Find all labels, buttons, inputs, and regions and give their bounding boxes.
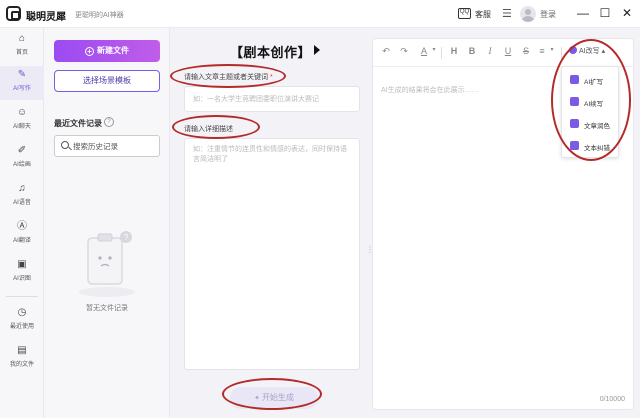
ai-dropdown-menu: AI扩写 AI续写 文章润色 文本纠错 bbox=[561, 66, 619, 158]
login-button[interactable]: 登录 bbox=[540, 9, 556, 20]
nav-item-recent[interactable]: ◷ 最近使用 bbox=[0, 304, 44, 338]
history-search-box[interactable] bbox=[54, 135, 160, 157]
menu-item-label: 文本纠错 bbox=[584, 145, 610, 152]
output-placeholder: AI生成的结果将会在此展示…… bbox=[381, 87, 479, 94]
history-search-input[interactable] bbox=[73, 138, 157, 154]
topic-label-text: 请输入文章主题或者关键词 bbox=[184, 74, 268, 81]
menu-item-label: 文章润色 bbox=[584, 123, 610, 130]
new-file-button[interactable]: + 新建文件 bbox=[54, 40, 160, 62]
nav-item-ai-translate[interactable]: Ⓐ AI翻译 bbox=[0, 218, 44, 252]
scan-icon: ▣ bbox=[17, 259, 27, 270]
char-count: 0/10000 bbox=[599, 396, 625, 403]
help-icon[interactable]: ? bbox=[104, 117, 114, 127]
nav-item-home[interactable]: ⌂ 首页 bbox=[0, 30, 44, 64]
service-icon[interactable]: QQ bbox=[458, 8, 471, 19]
file-icon: ▤ bbox=[17, 345, 27, 356]
nav-item-label: 我的文件 bbox=[9, 362, 34, 368]
choose-template-button[interactable]: 选择场景模板 bbox=[54, 70, 160, 92]
translate-icon: Ⓐ bbox=[17, 221, 27, 232]
nav-item-label: AI聊天 bbox=[13, 124, 31, 130]
detail-label: 请输入详细描述 bbox=[184, 126, 233, 133]
expand-icon bbox=[570, 75, 579, 84]
menu-icon[interactable]: ☰ bbox=[502, 7, 512, 20]
nav-item-ai-chat[interactable]: ☺ AI聊天 bbox=[0, 104, 44, 138]
menu-item-label: AI扩写 bbox=[584, 79, 604, 86]
minimize-button[interactable]: — bbox=[576, 6, 590, 20]
left-nav: ⌂ 首页 ✎ AI写作 ☺ AI聊天 ✐ AI绘画 ♫ AI语音 Ⓐ AI翻译 … bbox=[0, 28, 44, 418]
svg-text:?: ? bbox=[124, 233, 129, 242]
topic-label: 请输入文章主题或者关键词 * bbox=[184, 72, 273, 82]
nav-item-label: AI识图 bbox=[13, 276, 31, 282]
nav-item-ai-writing[interactable]: ✎ AI写作 bbox=[0, 66, 44, 100]
polish-icon bbox=[570, 119, 579, 128]
close-button[interactable]: ✕ bbox=[620, 6, 634, 20]
menu-item-label: AI续写 bbox=[584, 101, 604, 108]
editor-panel: 【剧本创作】 请输入文章主题或者关键词 * 请输入详细描述 ✦开始生成 bbox=[170, 28, 368, 418]
continue-icon bbox=[570, 97, 579, 106]
nav-item-label: 首页 bbox=[15, 50, 28, 56]
redo-icon[interactable]: ↷ bbox=[397, 46, 411, 57]
app-slogan: 更聪明的AI神器 bbox=[75, 12, 124, 19]
file-panel: +新建文件 选择场景模板 最近文件记录 ? ? 暂无文件记录 bbox=[44, 28, 170, 418]
search-icon bbox=[61, 141, 69, 149]
recent-files-title: 最近文件记录 bbox=[54, 119, 102, 128]
app-name: 聪明灵犀 bbox=[26, 12, 66, 23]
empty-clipboard-illustration: ? bbox=[79, 231, 135, 297]
nav-divider bbox=[6, 296, 38, 297]
home-icon: ⌂ bbox=[18, 33, 26, 44]
nav-item-ai-image-recognition[interactable]: ▣ AI识图 bbox=[0, 256, 44, 290]
editor-toolbar: ↶ ↷ A ▾ H B I U S ≡ ▾ AI改写 ▴ bbox=[373, 39, 635, 67]
ai-rewrite-label: AI改写 bbox=[579, 48, 600, 55]
topic-input[interactable] bbox=[184, 86, 360, 112]
underline-icon[interactable]: U bbox=[501, 46, 515, 56]
proofread-icon bbox=[570, 141, 579, 150]
headphone-icon: ♫ bbox=[18, 183, 26, 194]
menu-item-polish[interactable]: 文章润色 bbox=[562, 113, 620, 135]
generate-button[interactable]: ✦ 开始生成 bbox=[230, 387, 318, 409]
detail-textarea[interactable] bbox=[184, 138, 360, 370]
nav-item-ai-voice[interactable]: ♫ AI语音 bbox=[0, 180, 44, 214]
nav-item-ai-painting[interactable]: ✐ AI绘画 bbox=[0, 142, 44, 176]
menu-item-proofread[interactable]: 文本纠错 bbox=[562, 135, 620, 157]
nav-item-my-files[interactable]: ▤ 我的文件 bbox=[0, 342, 44, 376]
magic-wand-icon bbox=[569, 46, 577, 54]
maximize-button[interactable]: ☐ bbox=[598, 6, 612, 20]
toolbar-divider bbox=[441, 47, 442, 59]
heading-icon[interactable]: H bbox=[447, 46, 461, 56]
italic-icon[interactable]: I bbox=[483, 46, 497, 56]
page-title: 【剧本创作】 bbox=[230, 45, 312, 60]
nav-item-label: AI翻译 bbox=[13, 238, 31, 244]
plus-icon: + bbox=[85, 47, 94, 56]
app-logo-icon bbox=[6, 6, 21, 21]
ai-rewrite-dropdown[interactable]: AI改写 ▴ bbox=[569, 46, 605, 56]
chevron-down-icon[interactable]: ▾ bbox=[545, 46, 559, 53]
menu-item-ai-expand[interactable]: AI扩写 bbox=[562, 69, 620, 91]
service-button[interactable]: 客服 bbox=[475, 9, 491, 20]
play-arrow-icon[interactable] bbox=[314, 45, 320, 55]
avatar[interactable] bbox=[520, 6, 536, 22]
strikethrough-icon[interactable]: S bbox=[519, 46, 533, 56]
empty-records-text: 暂无文件记录 bbox=[86, 305, 128, 312]
undo-icon[interactable]: ↶ bbox=[379, 46, 393, 57]
nav-item-label: AI绘画 bbox=[13, 162, 31, 168]
title-bar: 聪明灵犀 更聪明的AI神器 QQ 客服 ☰ 登录 — ☐ ✕ bbox=[0, 0, 640, 28]
bold-icon[interactable]: B bbox=[465, 46, 479, 56]
nav-item-label: 最近使用 bbox=[9, 324, 34, 330]
chevron-down-icon[interactable]: ▾ bbox=[427, 46, 441, 53]
nav-item-label: AI写作 bbox=[13, 86, 31, 92]
sparkle-icon: ✦ bbox=[254, 395, 260, 402]
toolbar-divider bbox=[561, 47, 562, 59]
clock-icon: ◷ bbox=[17, 307, 27, 318]
pen-icon: ✎ bbox=[17, 69, 27, 80]
nav-item-label: AI语音 bbox=[13, 200, 31, 206]
required-mark: * bbox=[269, 74, 273, 81]
new-file-label: 新建文件 bbox=[97, 46, 129, 55]
chat-icon: ☺ bbox=[16, 107, 28, 118]
brush-icon: ✐ bbox=[17, 145, 27, 156]
menu-item-ai-continue[interactable]: AI续写 bbox=[562, 91, 620, 113]
generate-button-label: 开始生成 bbox=[261, 393, 294, 402]
